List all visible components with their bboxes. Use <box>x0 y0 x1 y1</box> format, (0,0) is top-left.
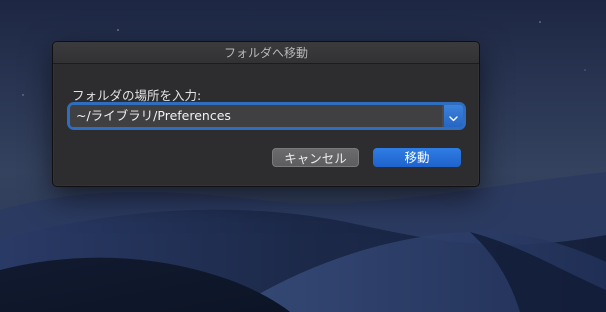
dialog-titlebar[interactable]: フォルダへ移動 <box>53 42 479 64</box>
path-history-dropdown-button[interactable] <box>444 105 463 127</box>
folder-path-input[interactable] <box>70 105 442 127</box>
chevron-down-icon <box>449 107 458 126</box>
cancel-button[interactable]: キャンセル <box>272 148 359 167</box>
folder-path-combobox[interactable] <box>70 105 463 127</box>
folder-location-label: フォルダの場所を入力: <box>72 88 202 103</box>
go-button[interactable]: 移動 <box>373 148 461 167</box>
dialog-title: フォルダへ移動 <box>223 46 308 60</box>
go-to-folder-dialog: フォルダへ移動 フォルダの場所を入力: キャンセル 移動 <box>52 41 480 187</box>
